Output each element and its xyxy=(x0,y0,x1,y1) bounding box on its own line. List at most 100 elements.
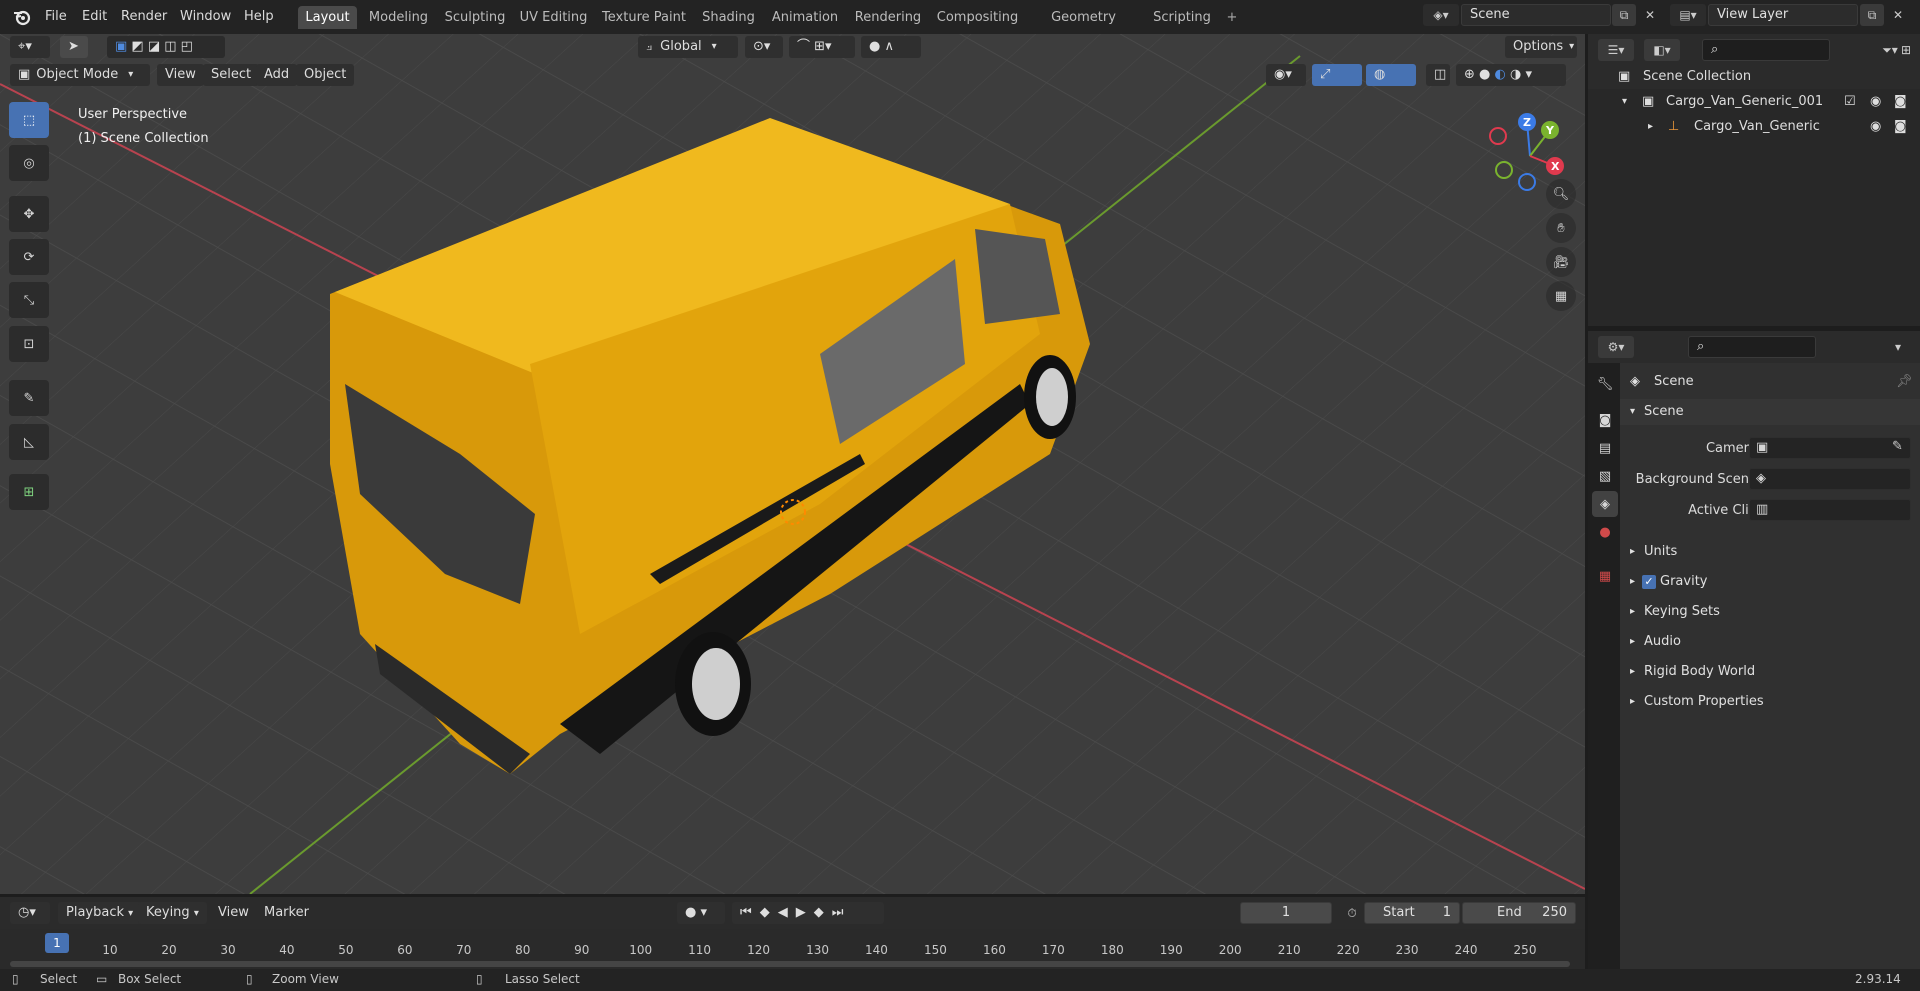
timeline-scrollbar[interactable] xyxy=(10,961,1570,967)
audio-panel[interactable]: ▸ Audio xyxy=(1620,629,1920,655)
properties-search-input[interactable]: ⌕ xyxy=(1688,336,1816,358)
gravity-panel[interactable]: ▸ ✓ Gravity xyxy=(1620,569,1920,595)
outliner-row-collection[interactable]: ▾ ▣ Cargo_Van_Generic_001 ☑ ◉ ◙ xyxy=(1588,89,1920,114)
rigid-body-world-panel[interactable]: ▸ Rigid Body World xyxy=(1620,659,1920,685)
tab-output[interactable]: ▤ xyxy=(1592,435,1618,461)
keying-dropdown[interactable]: Keying ▾ xyxy=(138,902,207,924)
tab-shading[interactable]: Shading xyxy=(697,6,760,29)
perspective-toggle-button[interactable]: ▦ xyxy=(1546,281,1576,311)
3d-viewport[interactable]: ⌖▾ ➤ ▣ ◩ ◪ ◫ ◰ ⟓ Global ▾ ⊙▾ ⌒ ⊞▾ ● ∧ Op… xyxy=(0,34,1585,894)
view-layer-browse-button[interactable]: ▤▾ xyxy=(1670,4,1706,26)
tab-render[interactable]: ◙ xyxy=(1592,407,1618,433)
eyedropper-icon[interactable]: ✎ xyxy=(1892,439,1903,454)
gravity-checkbox[interactable]: ✓ xyxy=(1642,575,1656,589)
gizmo-toggle[interactable]: ⤢ xyxy=(1312,64,1362,86)
menu-select[interactable]: Select xyxy=(203,64,260,86)
new-collection-icon[interactable]: ⊞ xyxy=(1894,39,1918,61)
menu-window[interactable]: Window xyxy=(172,7,239,27)
menu-render[interactable]: Render xyxy=(113,7,175,27)
zoom-button[interactable]: 🔍︎ xyxy=(1546,179,1576,209)
start-frame-field[interactable]: Start 1 xyxy=(1364,902,1460,924)
select-box-tool[interactable]: ⬚ xyxy=(9,102,49,138)
background-scene-field[interactable]: ◈ xyxy=(1749,468,1911,490)
add-workspace-button[interactable]: + xyxy=(1222,6,1242,29)
menu-help[interactable]: Help xyxy=(236,7,282,27)
exclude-checkbox[interactable]: ☑ xyxy=(1844,89,1856,114)
xray-toggle[interactable]: ◫ xyxy=(1426,64,1450,86)
tab-scene[interactable]: ◈ xyxy=(1592,491,1618,517)
tab-scripting[interactable]: Scripting xyxy=(1146,6,1218,29)
move-tool[interactable]: ✥ xyxy=(9,196,49,232)
selection-mode-buttons[interactable]: ▣ ◩ ◪ ◫ ◰ xyxy=(107,36,225,58)
editor-type-button[interactable]: ⌖▾ xyxy=(10,36,50,58)
keying-sets-panel[interactable]: ▸ Keying Sets xyxy=(1620,599,1920,625)
eye-icon[interactable]: ◉ xyxy=(1870,114,1881,139)
playback-dropdown[interactable]: Playback ▾ xyxy=(58,902,142,924)
units-panel[interactable]: ▸ Units xyxy=(1620,539,1920,565)
visibility-dropdown[interactable]: ◉▾ xyxy=(1266,64,1306,86)
expand-arrow-icon[interactable]: ▾ xyxy=(1622,89,1627,114)
select-mode-button[interactable]: ➤ xyxy=(60,36,88,58)
timeline-editor-type-button[interactable]: ◷▾ xyxy=(10,902,50,924)
scene-panel-header[interactable]: ▾ Scene xyxy=(1620,399,1920,425)
scale-tool[interactable]: ⤡ xyxy=(9,282,49,318)
tab-world[interactable]: ● xyxy=(1592,519,1618,545)
tab-compositing[interactable]: Compositing xyxy=(933,6,1022,29)
camera-render-icon[interactable]: ◙ xyxy=(1894,114,1907,139)
pan-button[interactable]: ✋︎ xyxy=(1546,213,1576,243)
annotate-tool[interactable]: ✎ xyxy=(9,380,49,416)
blender-logo-icon[interactable] xyxy=(12,7,32,27)
tab-modeling[interactable]: Modeling xyxy=(364,6,433,29)
scene-name-field[interactable]: Scene xyxy=(1461,4,1611,26)
transform-orientation-dropdown[interactable]: ⟓ Global ▾ xyxy=(638,36,738,58)
options-dropdown[interactable]: Options ▾ xyxy=(1505,36,1577,58)
pivot-point-dropdown[interactable]: ⊙▾ xyxy=(745,36,783,58)
tab-texture[interactable]: ▦ xyxy=(1592,563,1618,589)
end-frame-field[interactable]: End 250 xyxy=(1462,902,1576,924)
chevron-down-icon[interactable]: ▾ xyxy=(1886,336,1910,358)
tab-tool[interactable]: 🔧︎ xyxy=(1592,371,1618,397)
menu-edit[interactable]: Edit xyxy=(74,7,115,27)
menu-view[interactable]: View xyxy=(157,64,204,86)
tab-uv-editing[interactable]: UV Editing xyxy=(517,6,590,29)
properties-editor-type-button[interactable]: ⚙▾ xyxy=(1598,336,1634,358)
playhead[interactable]: 1 xyxy=(45,933,69,953)
outliner-row-scene-collection[interactable]: ▣ Scene Collection xyxy=(1588,64,1920,89)
menu-object[interactable]: Object xyxy=(296,64,355,86)
close-icon[interactable]: ✕ xyxy=(1638,4,1662,26)
rotate-tool[interactable]: ⟳ xyxy=(9,239,49,275)
proportional-editing-button[interactable]: ● ∧ xyxy=(861,36,921,58)
snapping-button[interactable]: ⌒ ⊞▾ xyxy=(789,36,855,58)
playback-controls[interactable]: ⏮◆◀▶◆⏭ xyxy=(732,902,884,924)
eye-icon[interactable]: ◉ xyxy=(1870,89,1881,114)
menu-add[interactable]: Add xyxy=(256,64,298,86)
tab-sculpting[interactable]: Sculpting xyxy=(439,6,511,29)
camera-field[interactable]: ▣ ✎ xyxy=(1749,437,1911,459)
camera-render-icon[interactable]: ◙ xyxy=(1894,89,1907,114)
new-view-layer-icon[interactable]: ⧉ xyxy=(1860,4,1884,26)
overlays-toggle[interactable]: ◍ xyxy=(1366,64,1416,86)
custom-properties-panel[interactable]: ▸ Custom Properties xyxy=(1620,689,1920,715)
new-scene-icon[interactable]: ⧉ xyxy=(1612,4,1636,26)
menu-file[interactable]: File xyxy=(37,7,75,27)
scene-browse-button[interactable]: ◈▾ xyxy=(1423,4,1459,26)
camera-view-button[interactable]: 🎥︎ xyxy=(1546,247,1576,277)
transform-tool[interactable]: ⊡ xyxy=(9,326,49,362)
expand-arrow-icon[interactable]: ▸ xyxy=(1648,114,1653,139)
display-mode-button[interactable]: ◧▾ xyxy=(1644,39,1680,61)
pin-icon[interactable]: 📌︎ xyxy=(1896,369,1913,395)
timeline-menu-marker[interactable]: Marker xyxy=(256,902,317,924)
outliner-editor-type-button[interactable]: ☰▾ xyxy=(1598,39,1634,61)
stopwatch-icon[interactable]: ⏱ xyxy=(1340,902,1364,924)
outliner-search-input[interactable]: ⌕ xyxy=(1702,39,1830,61)
outliner-row-object[interactable]: ▸ ⊥ Cargo_Van_Generic ◉ ◙ xyxy=(1588,114,1920,139)
active-clip-field[interactable]: ▥ xyxy=(1749,499,1911,521)
shading-mode-buttons[interactable]: ⊕ ● ◐ ◑ ▾ xyxy=(1456,64,1566,86)
tab-rendering[interactable]: Rendering xyxy=(851,6,925,29)
tab-view-layer[interactable]: ▧ xyxy=(1592,463,1618,489)
measure-tool[interactable]: ◺ xyxy=(9,424,49,460)
mode-dropdown[interactable]: ▣ Object Mode ▾ xyxy=(10,64,150,86)
current-frame-field[interactable]: 1 xyxy=(1240,902,1332,924)
record-button[interactable]: ● ▾ xyxy=(677,902,725,924)
tab-animation[interactable]: Animation xyxy=(767,6,843,29)
